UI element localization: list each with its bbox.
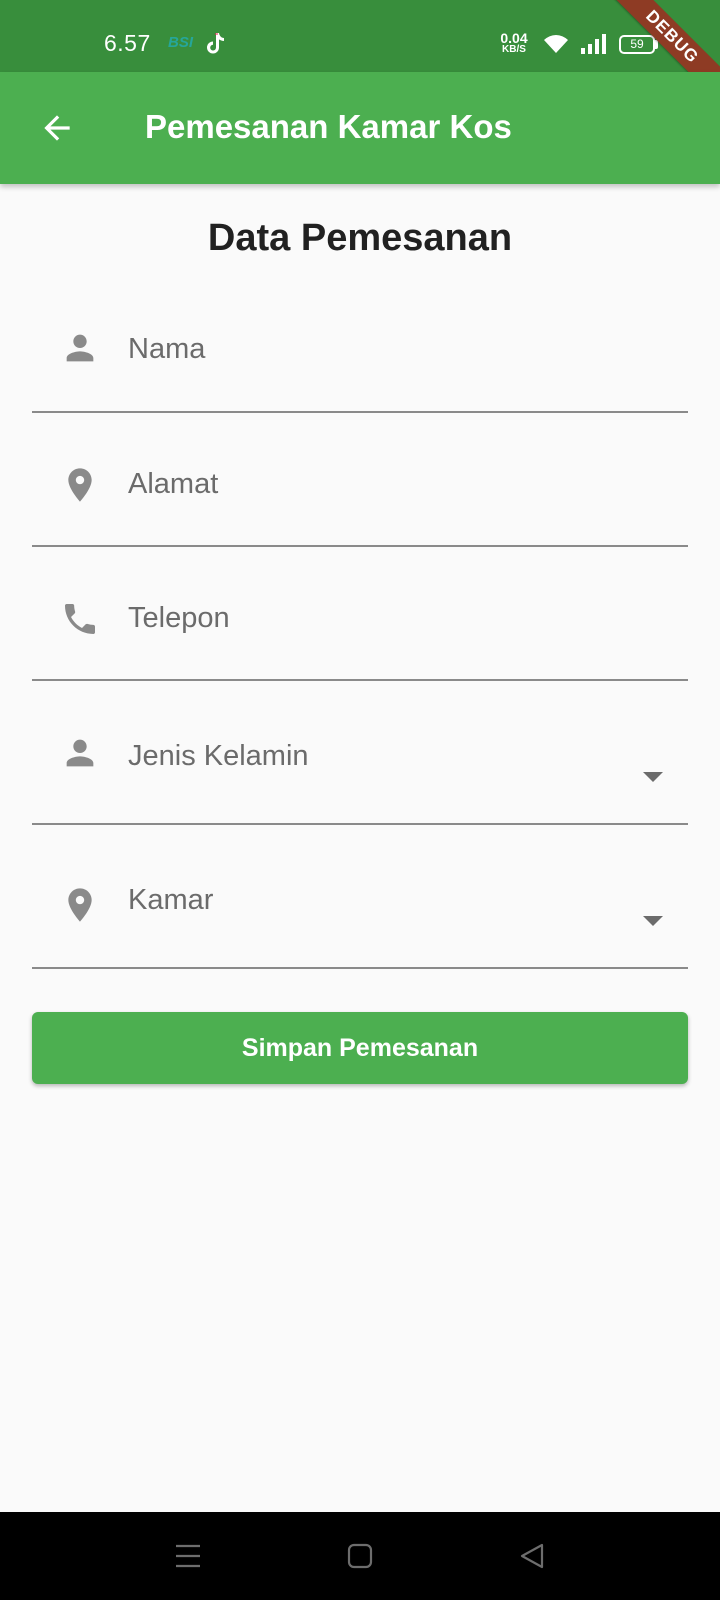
wifi-icon (544, 35, 568, 53)
bsi-icon: BSI (168, 34, 194, 51)
home-icon[interactable] (344, 1540, 376, 1572)
menu-icon[interactable] (172, 1540, 204, 1572)
dropdown-arrow-icon (643, 916, 663, 926)
person-icon (66, 739, 94, 767)
kamar-label: Kamar (128, 884, 214, 916)
nama-field-label: Nama (128, 333, 206, 365)
alamat-field-label: Alamat (128, 468, 219, 500)
jenis-kelamin-label: Jenis Kelamin (128, 740, 309, 772)
location-pin-icon (68, 468, 92, 502)
signal-icon (581, 34, 606, 54)
back-triangle-icon[interactable] (516, 1540, 548, 1572)
jenis-kelamin-dropdown[interactable]: Jenis Kelamin (32, 681, 688, 825)
nama-field[interactable]: Nama (32, 296, 688, 413)
telepon-field-label: Telepon (128, 602, 230, 634)
tiktok-icon (207, 33, 224, 54)
system-nav-bar (0, 1512, 720, 1600)
person-icon (66, 334, 94, 362)
status-time: 6.57 (104, 30, 151, 56)
kamar-dropdown[interactable]: Kamar (32, 825, 688, 969)
location-pin-icon (68, 888, 92, 922)
battery-icon: 59 (619, 35, 655, 54)
back-button[interactable] (22, 93, 92, 163)
network-speed-value: 0.04 (500, 30, 528, 46)
form-heading: Data Pemesanan (207, 217, 513, 259)
dropdown-arrow-icon (643, 772, 663, 782)
simpan-pemesanan-button[interactable]: Simpan Pemesanan (32, 1012, 688, 1084)
telepon-field[interactable]: Telepon (32, 547, 688, 681)
network-speed: 0.04 KB/S (497, 31, 531, 55)
app-bar: Pemesanan Kamar Kos (0, 72, 720, 184)
status-bar: 6.57 BSI 0.04 KB/S 59 DEBUG (0, 0, 720, 117)
arrow-back-icon (44, 115, 70, 141)
app-title: Pemesanan Kamar Kos (145, 108, 512, 145)
network-speed-unit: KB/S (502, 44, 526, 55)
alamat-field[interactable]: Alamat (32, 413, 688, 547)
phone-icon (65, 604, 95, 634)
